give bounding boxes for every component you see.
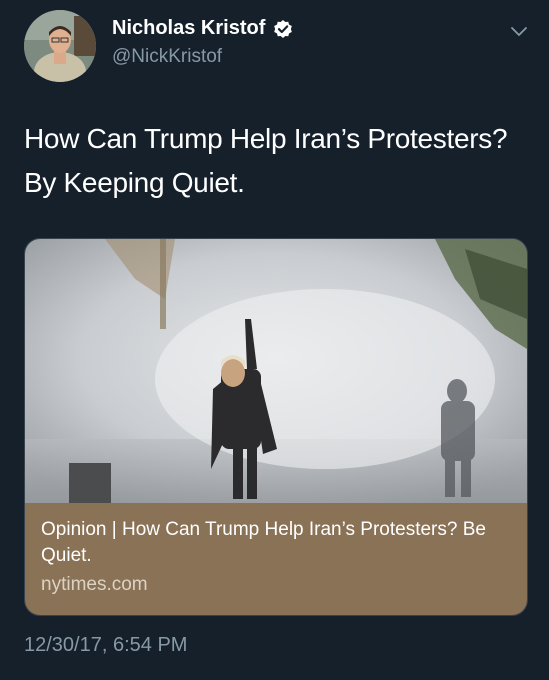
verified-badge-icon bbox=[273, 19, 293, 39]
card-domain: nytimes.com bbox=[41, 574, 148, 595]
chevron-down-icon[interactable] bbox=[508, 20, 530, 42]
tweet-timestamp[interactable]: 12/30/17, 6:54 PM bbox=[24, 634, 187, 657]
avatar-photo-icon bbox=[24, 10, 96, 82]
author-name-row[interactable]: Nicholas Kristof bbox=[112, 17, 293, 40]
tweet-header: Nicholas Kristof @NickKristof bbox=[0, 0, 549, 100]
protest-photo-icon bbox=[25, 239, 527, 503]
author-name[interactable]: Nicholas Kristof bbox=[112, 17, 265, 40]
link-card[interactable]: Opinion | How Can Trump Help Iran’s Prot… bbox=[24, 238, 528, 616]
author-handle[interactable]: @NickKristof bbox=[112, 46, 222, 68]
card-image[interactable] bbox=[25, 239, 527, 503]
tweet-text: How Can Trump Help Iran’s Protesters? By… bbox=[24, 123, 508, 198]
card-footer[interactable]: Opinion | How Can Trump Help Iran’s Prot… bbox=[25, 503, 527, 615]
author-avatar[interactable] bbox=[24, 10, 96, 82]
card-title[interactable]: Opinion | How Can Trump Help Iran’s Prot… bbox=[41, 517, 511, 569]
